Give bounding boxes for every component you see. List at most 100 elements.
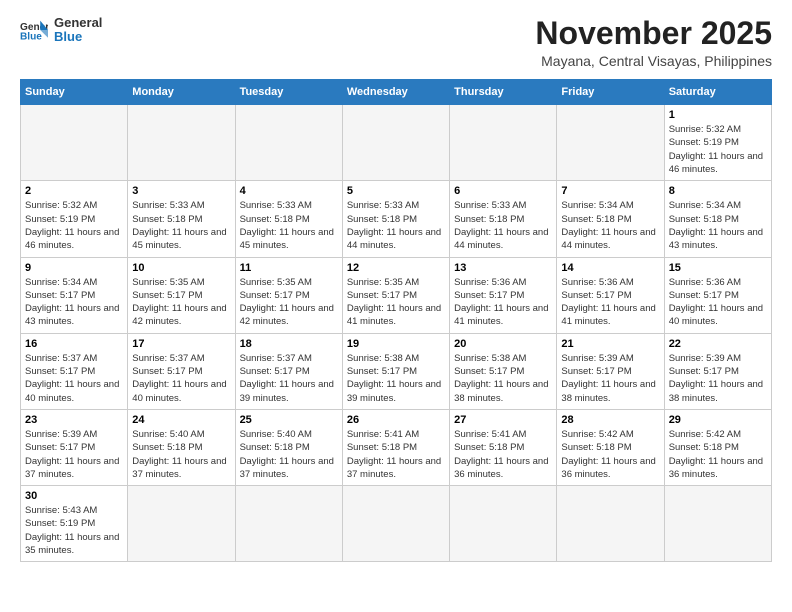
day-number: 2 xyxy=(25,185,123,197)
logo: General Blue General Blue xyxy=(20,16,102,45)
calendar-cell: 23Sunrise: 5:39 AMSunset: 5:17 PMDayligh… xyxy=(21,409,128,485)
day-number: 9 xyxy=(25,262,123,274)
day-info: Sunrise: 5:38 AMSunset: 5:17 PMDaylight:… xyxy=(454,352,552,405)
calendar-cell: 16 Sunrise: 5:37 AMSunset: 5:17 PMDayligh… xyxy=(21,333,128,409)
day-info: Sunrise: 5:41 AMSunset: 5:18 PMDaylight:… xyxy=(347,428,445,481)
day-number: 17 xyxy=(132,338,230,350)
day-number: 16 xyxy=(25,338,123,350)
day-info: Sunrise: 5:36 AMSunset: 5:17 PMDaylight:… xyxy=(454,276,552,329)
calendar-cell: 11 Sunrise: 5:35 AMSunset: 5:17 PMDayligh… xyxy=(235,257,342,333)
day-number: 28 xyxy=(561,414,659,426)
day-info: Sunrise: 5:34 AMSunset: 5:18 PMDaylight:… xyxy=(561,199,659,252)
day-header-thursday: Thursday xyxy=(450,80,557,105)
day-info: Sunrise: 5:34 AMSunset: 5:18 PMDaylight:… xyxy=(669,199,767,252)
calendar-cell xyxy=(557,105,664,181)
week-row-4: 16 Sunrise: 5:37 AMSunset: 5:17 PMDayligh… xyxy=(21,333,772,409)
day-number: 18 xyxy=(240,338,338,350)
day-number: 26 xyxy=(347,414,445,426)
day-info: Sunrise: 5:38 AMSunset: 5:17 PMDaylight:… xyxy=(347,352,445,405)
calendar-cell xyxy=(128,105,235,181)
calendar-cell xyxy=(128,486,235,562)
day-number: 22 xyxy=(669,338,767,350)
calendar-cell: 10 Sunrise: 5:35 AMSunset: 5:17 PMDayligh… xyxy=(128,257,235,333)
day-header-saturday: Saturday xyxy=(664,80,771,105)
day-info: Sunrise: 5:35 AMSunset: 5:17 PMDaylight:… xyxy=(132,276,230,329)
day-info: Sunrise: 5:33 AMSunset: 5:18 PMDaylight:… xyxy=(347,199,445,252)
calendar-cell: 17 Sunrise: 5:37 AMSunset: 5:17 PMDayligh… xyxy=(128,333,235,409)
calendar-cell: 19 Sunrise: 5:38 AMSunset: 5:17 PMDayligh… xyxy=(342,333,449,409)
day-info: Sunrise: 5:37 AMSunset: 5:17 PMDaylight:… xyxy=(25,352,123,405)
calendar-cell: 21 Sunrise: 5:39 AMSunset: 5:17 PMDayligh… xyxy=(557,333,664,409)
day-number: 25 xyxy=(240,414,338,426)
day-info: Sunrise: 5:35 AMSunset: 5:17 PMDaylight:… xyxy=(347,276,445,329)
day-info: Sunrise: 5:42 AMSunset: 5:18 PMDaylight:… xyxy=(669,428,767,481)
calendar-cell: 22 Sunrise: 5:39 AMSunset: 5:17 PMDayligh… xyxy=(664,333,771,409)
logo-blue-text: Blue xyxy=(54,30,102,44)
day-info: Sunrise: 5:37 AMSunset: 5:17 PMDaylight:… xyxy=(240,352,338,405)
location-title: Mayana, Central Visayas, Philippines xyxy=(535,53,772,69)
calendar-header-row: SundayMondayTuesdayWednesdayThursdayFrid… xyxy=(21,80,772,105)
day-info: Sunrise: 5:40 AMSunset: 5:18 PMDaylight:… xyxy=(132,428,230,481)
day-info: Sunrise: 5:36 AMSunset: 5:17 PMDaylight:… xyxy=(561,276,659,329)
calendar-cell xyxy=(450,486,557,562)
day-number: 13 xyxy=(454,262,552,274)
day-number: 30 xyxy=(25,490,123,502)
day-header-wednesday: Wednesday xyxy=(342,80,449,105)
calendar-cell xyxy=(450,105,557,181)
calendar-cell xyxy=(342,105,449,181)
day-number: 6 xyxy=(454,185,552,197)
logo-general-text: General xyxy=(54,16,102,30)
day-number: 20 xyxy=(454,338,552,350)
logo-icon: General Blue xyxy=(20,19,48,41)
day-info: Sunrise: 5:39 AMSunset: 5:17 PMDaylight:… xyxy=(669,352,767,405)
day-info: Sunrise: 5:40 AMSunset: 5:18 PMDaylight:… xyxy=(240,428,338,481)
day-info: Sunrise: 5:36 AMSunset: 5:17 PMDaylight:… xyxy=(669,276,767,329)
svg-text:Blue: Blue xyxy=(20,32,42,42)
day-number: 4 xyxy=(240,185,338,197)
week-row-5: 23Sunrise: 5:39 AMSunset: 5:17 PMDayligh… xyxy=(21,409,772,485)
week-row-2: 2Sunrise: 5:32 AMSunset: 5:19 PMDaylight… xyxy=(21,181,772,257)
day-number: 7 xyxy=(561,185,659,197)
calendar-cell: 26 Sunrise: 5:41 AMSunset: 5:18 PMDayligh… xyxy=(342,409,449,485)
calendar-cell xyxy=(664,486,771,562)
calendar-cell: 24Sunrise: 5:40 AMSunset: 5:18 PMDayligh… xyxy=(128,409,235,485)
day-number: 8 xyxy=(669,185,767,197)
calendar-cell xyxy=(21,105,128,181)
calendar-cell: 29Sunrise: 5:42 AMSunset: 5:18 PMDayligh… xyxy=(664,409,771,485)
day-number: 5 xyxy=(347,185,445,197)
day-number: 21 xyxy=(561,338,659,350)
day-number: 27 xyxy=(454,414,552,426)
calendar-cell: 13 Sunrise: 5:36 AMSunset: 5:17 PMDayligh… xyxy=(450,257,557,333)
calendar-cell: 9Sunrise: 5:34 AMSunset: 5:17 PMDaylight… xyxy=(21,257,128,333)
day-info: Sunrise: 5:39 AMSunset: 5:17 PMDaylight:… xyxy=(25,428,123,481)
calendar-cell: 4Sunrise: 5:33 AMSunset: 5:18 PMDaylight… xyxy=(235,181,342,257)
calendar-cell: 6Sunrise: 5:33 AMSunset: 5:18 PMDaylight… xyxy=(450,181,557,257)
day-info: Sunrise: 5:41 AMSunset: 5:18 PMDaylight:… xyxy=(454,428,552,481)
day-info: Sunrise: 5:35 AMSunset: 5:17 PMDaylight:… xyxy=(240,276,338,329)
day-info: Sunrise: 5:37 AMSunset: 5:17 PMDaylight:… xyxy=(132,352,230,405)
day-header-sunday: Sunday xyxy=(21,80,128,105)
calendar-cell xyxy=(342,486,449,562)
calendar-cell: 27 Sunrise: 5:41 AMSunset: 5:18 PMDayligh… xyxy=(450,409,557,485)
calendar-cell: 12Sunrise: 5:35 AMSunset: 5:17 PMDayligh… xyxy=(342,257,449,333)
month-title: November 2025 xyxy=(535,16,772,51)
day-info: Sunrise: 5:33 AMSunset: 5:18 PMDaylight:… xyxy=(132,199,230,252)
day-number: 15 xyxy=(669,262,767,274)
calendar-cell: 1Sunrise: 5:32 AMSunset: 5:19 PMDaylight… xyxy=(664,105,771,181)
calendar-cell: 28 Sunrise: 5:42 AMSunset: 5:18 PMDayligh… xyxy=(557,409,664,485)
day-number: 19 xyxy=(347,338,445,350)
day-number: 14 xyxy=(561,262,659,274)
calendar-cell: 20 Sunrise: 5:38 AMSunset: 5:17 PMDayligh… xyxy=(450,333,557,409)
week-row-3: 9Sunrise: 5:34 AMSunset: 5:17 PMDaylight… xyxy=(21,257,772,333)
calendar-cell: 18 Sunrise: 5:37 AMSunset: 5:17 PMDayligh… xyxy=(235,333,342,409)
day-info: Sunrise: 5:39 AMSunset: 5:17 PMDaylight:… xyxy=(561,352,659,405)
calendar-cell xyxy=(235,486,342,562)
day-number: 11 xyxy=(240,262,338,274)
calendar-table: SundayMondayTuesdayWednesdayThursdayFrid… xyxy=(20,79,772,562)
day-info: Sunrise: 5:43 AMSunset: 5:19 PMDaylight:… xyxy=(25,504,123,557)
calendar-cell: 15 Sunrise: 5:36 AMSunset: 5:17 PMDayligh… xyxy=(664,257,771,333)
week-row-1: 1Sunrise: 5:32 AMSunset: 5:19 PMDaylight… xyxy=(21,105,772,181)
day-number: 10 xyxy=(132,262,230,274)
day-header-monday: Monday xyxy=(128,80,235,105)
day-info: Sunrise: 5:42 AMSunset: 5:18 PMDaylight:… xyxy=(561,428,659,481)
